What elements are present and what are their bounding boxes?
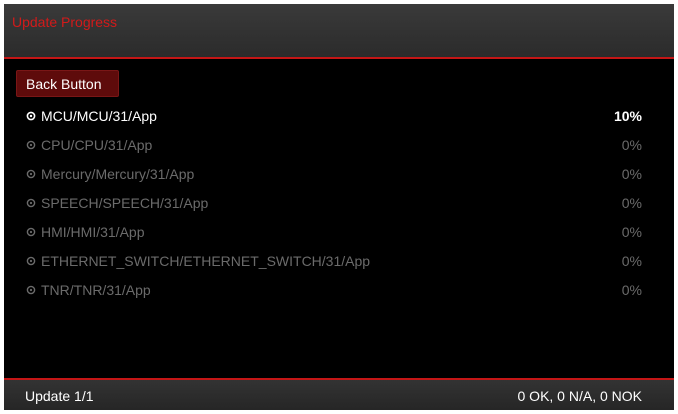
app-name: Mercury/Mercury/31/App	[41, 166, 195, 182]
app-row-ethernet-switch: ETHERNET_SWITCH/ETHERNET_SWITCH/31/App 0…	[4, 247, 674, 276]
app-row-hmi: HMI/HMI/31/App 0%	[4, 218, 674, 247]
app-progress: 0%	[621, 224, 642, 240]
app-row-mercury: Mercury/Mercury/31/App 0%	[4, 160, 674, 189]
app-progress: 0%	[621, 137, 642, 153]
app-row-mcu: MCU/MCU/31/App 10%	[4, 102, 674, 131]
app-row-tnr: TNR/TNR/31/App 0%	[4, 276, 674, 305]
app-progress: 0%	[621, 195, 642, 211]
app-progress: 0%	[621, 282, 642, 298]
update-count: Update 1/1	[25, 388, 94, 404]
radio-bullet-icon	[26, 140, 36, 150]
result-summary: 0 OK, 0 N/A, 0 NOK	[517, 388, 643, 404]
update-progress-window: Update Progress Back Button MCU/MCU/31/A…	[4, 4, 674, 410]
app-name: MCU/MCU/31/App	[41, 108, 157, 124]
radio-bullet-icon	[26, 169, 36, 179]
app-list: MCU/MCU/31/App 10% CPU/CPU/31/App 0% Mer…	[4, 102, 674, 305]
radio-bullet-icon	[26, 285, 36, 295]
status-bar: Update 1/1 0 OK, 0 N/A, 0 NOK	[4, 378, 674, 410]
screen: Update Progress Back Button MCU/MCU/31/A…	[0, 0, 678, 414]
radio-bullet-icon	[26, 256, 36, 266]
radio-bullet-icon	[26, 227, 36, 237]
back-button[interactable]: Back Button	[16, 70, 119, 97]
header-bar: Update Progress	[4, 4, 674, 59]
app-name: ETHERNET_SWITCH/ETHERNET_SWITCH/31/App	[41, 253, 371, 269]
app-name: TNR/TNR/31/App	[41, 282, 151, 298]
app-name: SPEECH/SPEECH/31/App	[41, 195, 209, 211]
app-progress: 0%	[621, 253, 642, 269]
app-row-cpu: CPU/CPU/31/App 0%	[4, 131, 674, 160]
app-progress: 10%	[613, 108, 642, 124]
radio-bullet-icon	[26, 111, 36, 121]
page-title: Update Progress	[12, 14, 118, 30]
radio-bullet-icon	[26, 198, 36, 208]
app-row-speech: SPEECH/SPEECH/31/App 0%	[4, 189, 674, 218]
app-progress: 0%	[621, 166, 642, 182]
app-name: HMI/HMI/31/App	[41, 224, 145, 240]
app-name: CPU/CPU/31/App	[41, 137, 153, 153]
